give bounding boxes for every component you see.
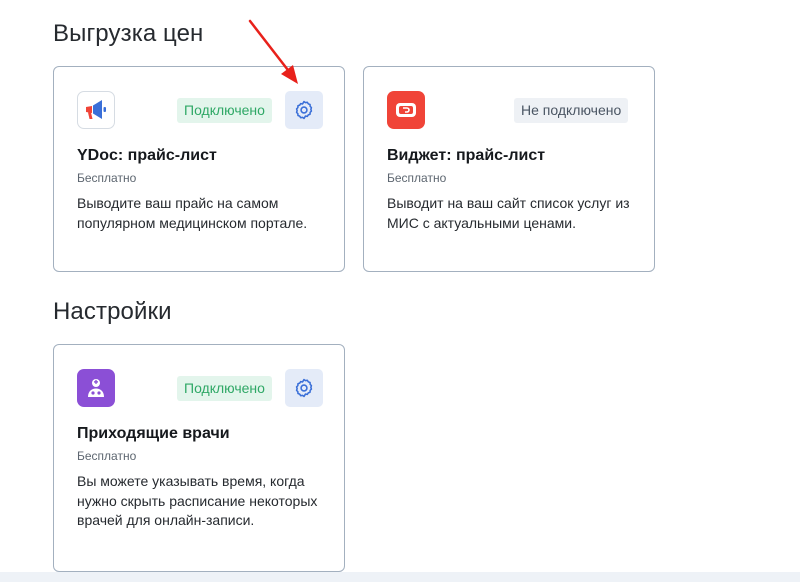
section-title-export: Выгрузка цен	[53, 20, 204, 47]
gear-icon	[295, 378, 313, 398]
settings-button[interactable]	[285, 91, 323, 129]
card-price: Бесплатно	[387, 171, 447, 185]
card-price: Бесплатно	[77, 171, 137, 185]
settings-button[interactable]	[285, 369, 323, 407]
section-title-settings: Настройки	[53, 298, 172, 325]
megaphone-icon	[77, 91, 115, 129]
card-ydoc-price-list[interactable]: Подключено YDoc: прайс-лист Бесплатно Вы…	[53, 66, 345, 272]
card-description: Выводите ваш прайс на самом популярном м…	[77, 195, 308, 231]
card-title: YDoc: прайс-лист	[77, 147, 217, 164]
card-description: Вы можете указывать время, когда нужно с…	[77, 473, 318, 528]
card-widget-price-list[interactable]: Не подключено Виджет: прайс-лист Бесплат…	[363, 66, 655, 272]
card-title: Приходящие врачи	[77, 425, 230, 442]
doctor-icon	[77, 369, 115, 407]
card-price: Бесплатно	[77, 449, 137, 463]
widget-icon	[387, 91, 425, 129]
status-badge: Не подключено	[514, 98, 629, 123]
card-title: Виджет: прайс-лист	[387, 147, 546, 164]
card-description: Выводит на ваш сайт список услуг из МИС …	[387, 195, 630, 231]
status-badge: Подключено	[177, 376, 272, 401]
status-badge: Подключено	[177, 98, 272, 123]
card-visiting-doctors[interactable]: Подключено Приходящие врачи Бесплатно Вы…	[53, 344, 345, 572]
gear-icon	[295, 100, 313, 120]
footer-strip	[0, 572, 800, 582]
